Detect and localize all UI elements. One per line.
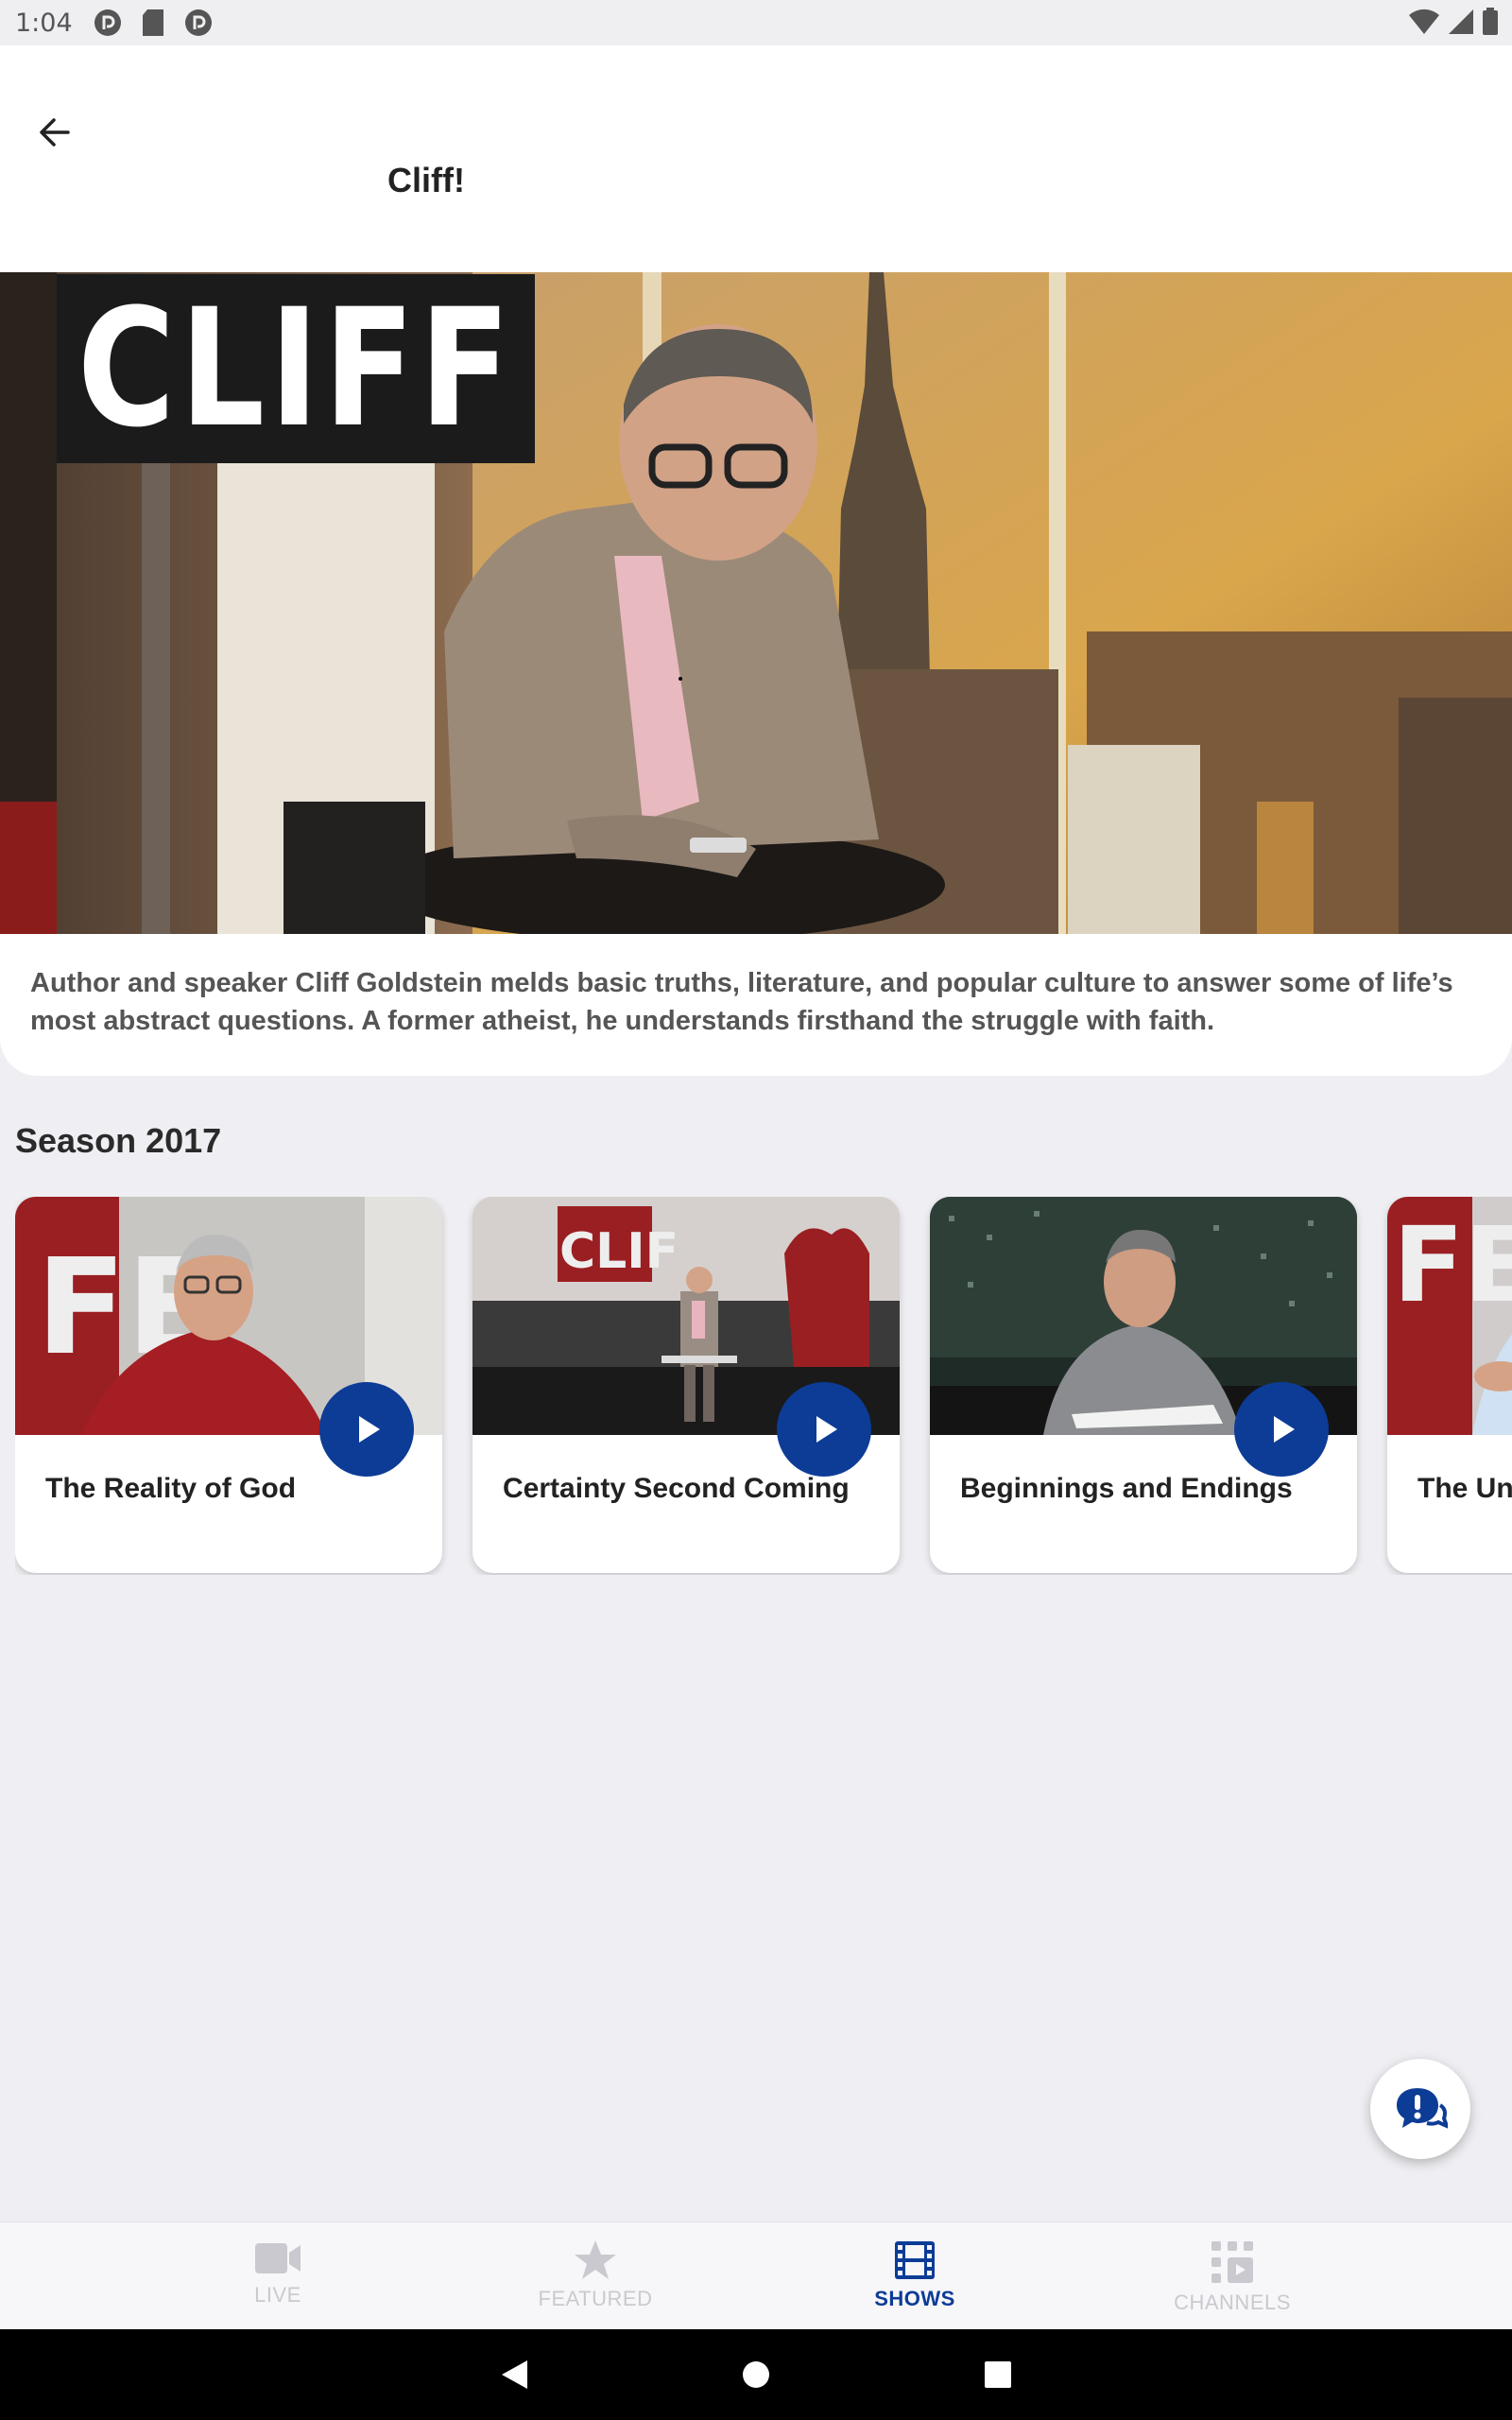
show-description-card: Author and speaker Cliff Goldstein melds… xyxy=(0,934,1512,1076)
episode-thumbnail: FE xyxy=(1387,1197,1512,1435)
show-hero-image: CLIFF xyxy=(0,272,1512,934)
episode-card[interactable]: FE The Un xyxy=(1387,1197,1512,1573)
svg-text:CLIF: CLIF xyxy=(559,1223,679,1280)
page-title: Cliff! xyxy=(387,161,465,199)
status-time: 1:04 xyxy=(15,8,73,38)
nav-item-channels[interactable]: CHANNELS xyxy=(1119,2222,1346,2330)
nav-label: SHOWS xyxy=(874,2287,955,2310)
play-button[interactable] xyxy=(777,1382,871,1477)
play-icon xyxy=(1274,1416,1295,1443)
chat-button[interactable] xyxy=(1370,2059,1470,2159)
system-recents-button[interactable] xyxy=(979,2356,1017,2394)
show-description: Author and speaker Cliff Goldstein melds… xyxy=(30,968,1453,1036)
episode-title: The Reality of God xyxy=(45,1473,297,1504)
nav-item-live[interactable]: LIVE xyxy=(164,2222,391,2330)
episode-card[interactable]: CLIF Certainty Second Coming xyxy=(472,1197,900,1573)
play-button[interactable] xyxy=(1234,1382,1329,1477)
star-icon xyxy=(575,2240,616,2279)
status-bar: 1:04 xyxy=(0,0,1512,45)
app-header: Cliff! xyxy=(0,45,1512,272)
show-logo-text: CLIFF xyxy=(77,273,515,463)
nav-item-shows[interactable]: SHOWS xyxy=(801,2222,1028,2330)
arrow-left-icon xyxy=(40,118,70,147)
system-navigation-bar xyxy=(0,2329,1512,2420)
bottom-navigation: LIVE FEATURED SHOWS CHANNELS xyxy=(0,2221,1512,2329)
system-home-button[interactable] xyxy=(737,2356,775,2394)
system-back-button[interactable] xyxy=(495,2356,533,2394)
pocket-casts-icon xyxy=(94,9,122,37)
wifi-icon xyxy=(1408,8,1440,41)
play-icon xyxy=(359,1416,380,1443)
episode-title: The Un xyxy=(1418,1473,1512,1504)
nav-item-featured[interactable]: FEATURED xyxy=(482,2222,709,2330)
episode-card[interactable]: Beginnings and Endings xyxy=(930,1197,1357,1573)
battery-icon xyxy=(1482,8,1499,41)
nav-label: FEATURED xyxy=(538,2287,653,2310)
back-button[interactable] xyxy=(26,104,83,161)
episode-title: Beginnings and Endings xyxy=(960,1473,1293,1504)
triangle-back-icon xyxy=(502,2360,527,2389)
signal-icon xyxy=(1448,8,1474,41)
pocket-casts-icon xyxy=(184,9,213,37)
svg-text:FE: FE xyxy=(1393,1204,1512,1325)
circle-home-icon xyxy=(743,2361,769,2388)
episode-carousel[interactable]: FE The Reality of God CLIF Certainty Sec… xyxy=(15,1197,1512,1575)
play-icon xyxy=(816,1416,837,1443)
episode-title: Certainty Second Coming xyxy=(503,1473,850,1504)
square-recents-icon xyxy=(985,2361,1011,2388)
episode-card[interactable]: FE The Reality of God xyxy=(15,1197,442,1573)
film-icon xyxy=(895,2241,935,2279)
chat-bubbles-icon xyxy=(1397,2088,1448,2129)
video-camera-icon xyxy=(255,2243,301,2273)
nav-label: LIVE xyxy=(254,2283,301,2307)
channels-grid-icon xyxy=(1211,2241,1253,2283)
sd-card-icon xyxy=(139,9,167,37)
season-title: Season 2017 xyxy=(15,1121,222,1160)
play-button[interactable] xyxy=(319,1382,414,1477)
show-logo: CLIFF xyxy=(57,274,535,463)
nav-label: CHANNELS xyxy=(1174,2290,1291,2314)
